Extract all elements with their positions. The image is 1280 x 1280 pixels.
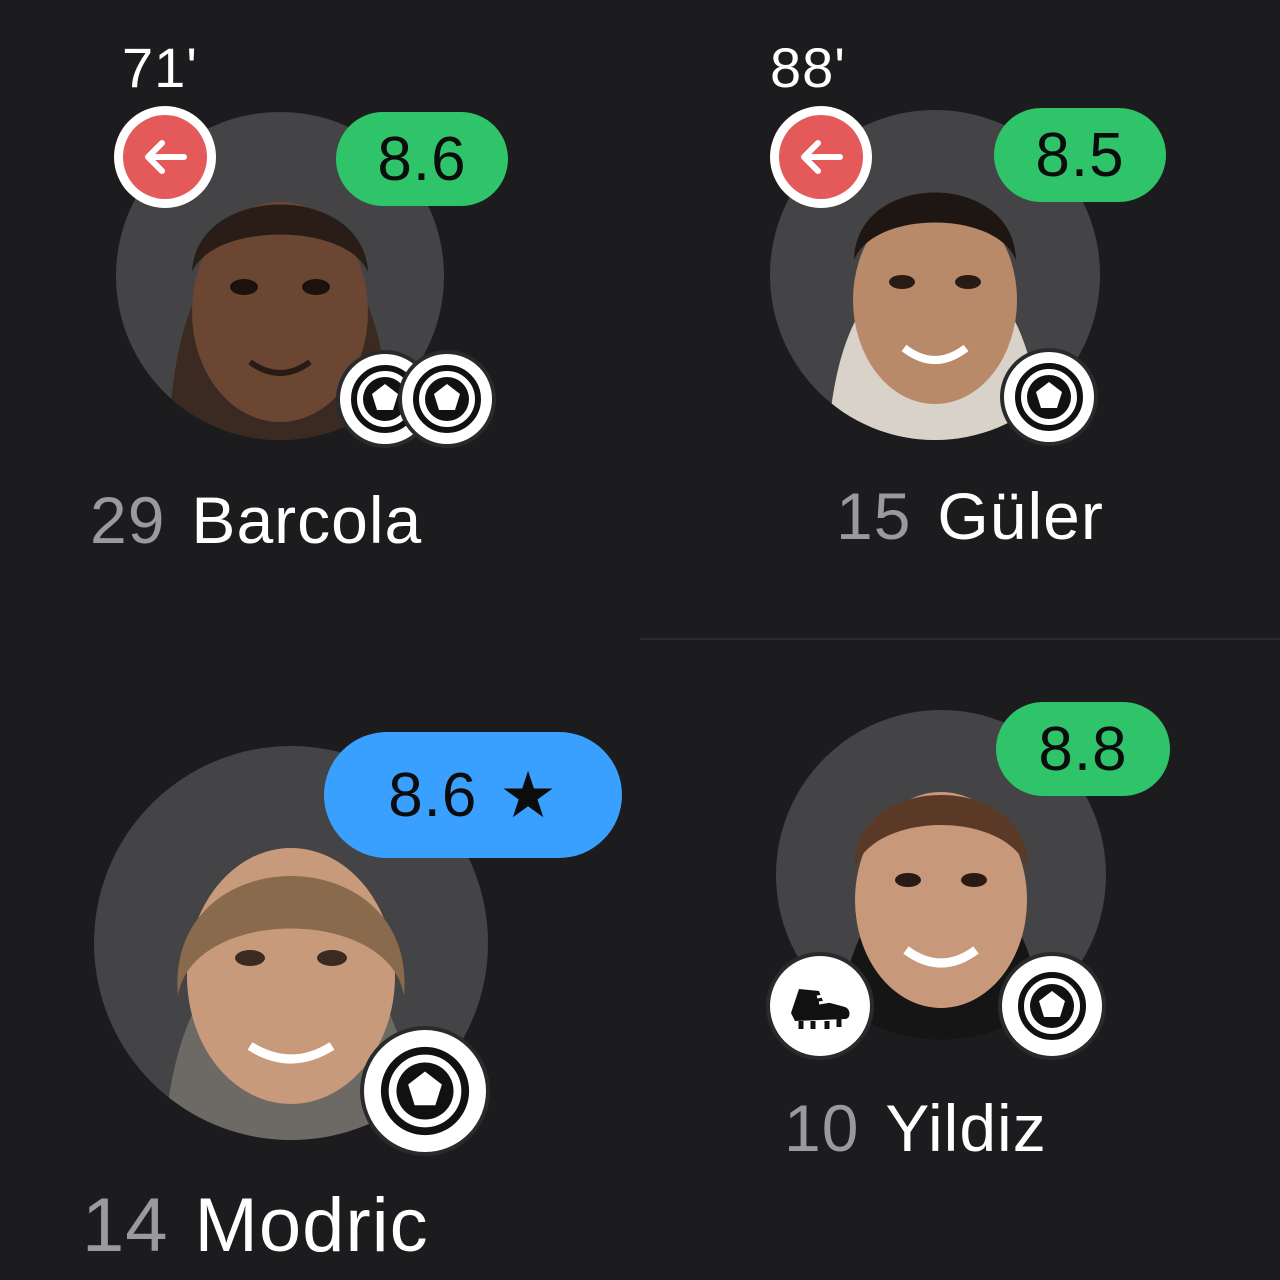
soccer-ball-icon xyxy=(1018,972,1086,1040)
player-name-label: 15 Güler xyxy=(836,478,1104,554)
shirt-number: 10 xyxy=(784,1091,860,1165)
goal-event-badge xyxy=(398,350,496,448)
player-name: Güler xyxy=(937,479,1104,553)
shirt-number: 14 xyxy=(82,1183,169,1268)
boot-icon xyxy=(791,989,850,1029)
player-name-label: 10 Yildiz xyxy=(784,1090,1047,1166)
player-name-label: 29 Barcola xyxy=(90,482,422,558)
sub-minute-label: 71' xyxy=(122,36,198,99)
player-name-label: 14 Modric xyxy=(82,1182,429,1269)
section-divider xyxy=(640,638,1280,640)
rating-value: 8.5 xyxy=(1035,120,1125,190)
soccer-ball-icon xyxy=(413,365,481,433)
sub-minute-label: 88' xyxy=(770,36,846,99)
player-name: Barcola xyxy=(191,483,423,557)
goal-event-badge xyxy=(998,952,1106,1060)
goal-event-badge xyxy=(1000,348,1098,446)
soccer-ball-icon xyxy=(380,1046,470,1136)
substituted-off-badge xyxy=(114,106,216,208)
rating-value: 8.6 xyxy=(388,760,478,830)
shirt-number: 29 xyxy=(90,483,166,557)
rating-badge: 8.6 xyxy=(336,112,508,206)
assist-event-badge xyxy=(766,952,874,1060)
arrow-left-icon xyxy=(801,140,843,174)
player-name: Modric xyxy=(194,1183,429,1268)
goal-event-badge xyxy=(360,1026,490,1156)
player-name: Yildiz xyxy=(885,1091,1047,1165)
soccer-ball-icon xyxy=(1015,363,1083,431)
rating-badge: 8.8 xyxy=(996,702,1170,796)
rating-value: 8.8 xyxy=(1038,714,1128,784)
rating-badge: 8.6 ★ xyxy=(324,732,622,858)
shirt-number: 15 xyxy=(836,479,912,553)
arrow-left-icon xyxy=(145,140,187,174)
star-icon: ★ xyxy=(499,759,558,831)
substituted-off-badge xyxy=(770,106,872,208)
rating-value: 8.6 xyxy=(377,124,467,194)
rating-badge: 8.5 xyxy=(994,108,1166,202)
